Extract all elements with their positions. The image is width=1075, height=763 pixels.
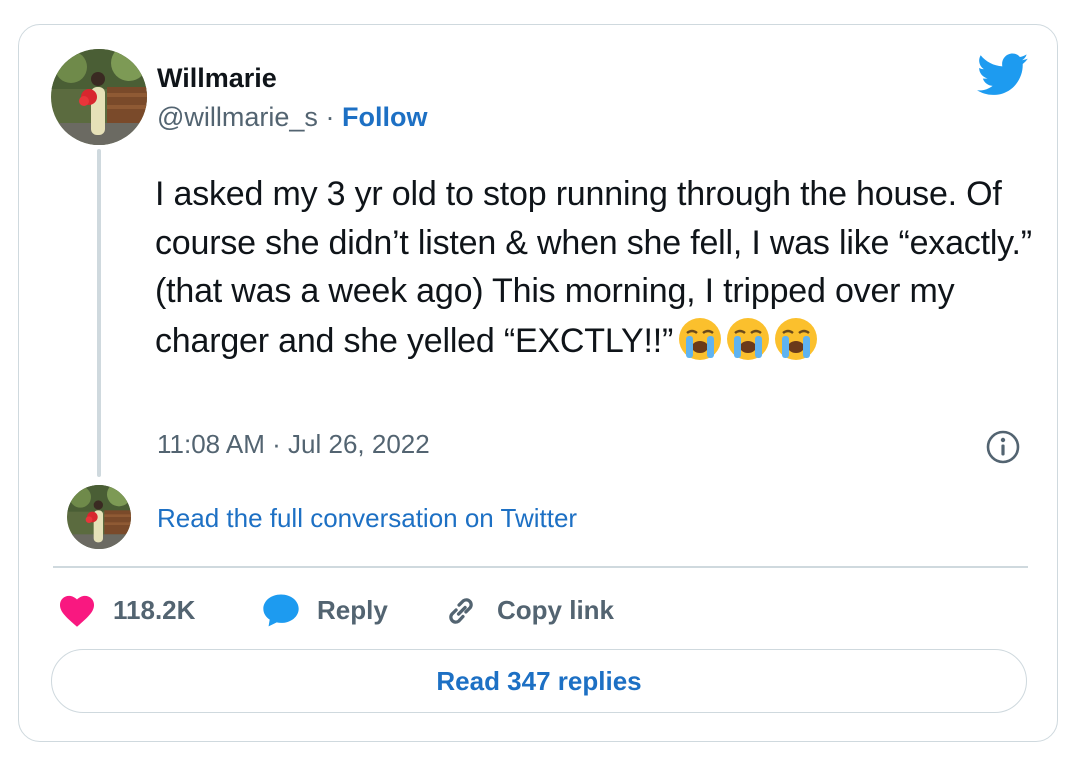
- conversation-avatar[interactable]: [67, 485, 131, 549]
- tweet-text-body: I asked my 3 yr old to stop running thro…: [155, 175, 1032, 360]
- copy-link-label: Copy link: [497, 594, 615, 625]
- heart-icon: [59, 595, 95, 627]
- like-button[interactable]: 118.2K: [57, 591, 195, 629]
- follow-button[interactable]: Follow: [342, 102, 427, 132]
- loudly-crying-face-emoji-icon: [677, 316, 723, 362]
- link-icon: [449, 598, 473, 624]
- author-handle[interactable]: @willmarie_s: [157, 102, 318, 132]
- tweet-text: I asked my 3 yr old to stop running thro…: [155, 170, 1035, 375]
- speech-bubble-icon: [263, 594, 299, 627]
- reply-label: Reply: [317, 594, 388, 625]
- read-replies-button[interactable]: Read 347 replies: [51, 649, 1027, 713]
- thread-line: [97, 149, 101, 477]
- author-avatar[interactable]: [51, 49, 147, 145]
- reply-button[interactable]: Reply: [261, 591, 388, 629]
- tweet-embed-card: Willmarie @willmarie_s · Follow I asked …: [18, 24, 1058, 742]
- author-display-name[interactable]: Willmarie: [157, 63, 277, 94]
- info-icon[interactable]: [985, 429, 1021, 465]
- actions-divider: [53, 566, 1028, 568]
- read-full-conversation-link[interactable]: Read the full conversation on Twitter: [157, 503, 577, 534]
- loudly-crying-face-emoji-icon: [725, 316, 771, 362]
- tweet-timestamp[interactable]: 11:08 AM · Jul 26, 2022: [157, 429, 430, 460]
- loudly-crying-face-emoji-icon: [773, 316, 819, 362]
- handle-separator: ·: [325, 102, 335, 132]
- like-count: 118.2K: [113, 594, 196, 625]
- author-handle-row: @willmarie_s · Follow: [157, 102, 427, 133]
- emoji-row: [677, 316, 821, 376]
- twitter-bird-icon[interactable]: [977, 53, 1029, 97]
- copy-link-button[interactable]: Copy link: [441, 591, 614, 629]
